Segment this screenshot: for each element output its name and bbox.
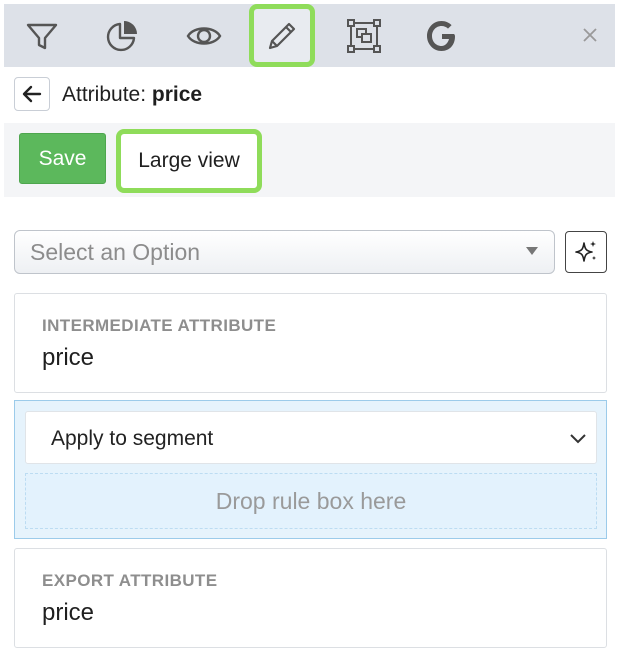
sparkle-icon [575,241,596,262]
intermediate-attribute-label: INTERMEDIATE ATTRIBUTE [42,316,277,335]
object-group-tab[interactable] [334,4,394,67]
google-tab[interactable] [412,4,472,67]
option-select-placeholder: Select an Option [30,239,201,265]
option-select[interactable]: Select an Option [14,230,555,274]
attribute-name: price [151,83,203,106]
segment-rule-box: Apply to segment Drop rule box here [14,400,607,539]
title-prefix: Attribute: [62,83,147,106]
pie-chart-tab[interactable] [92,4,152,67]
google-icon [427,20,455,51]
icon-toolbar [4,4,615,67]
intermediate-attribute-value: price [42,344,95,371]
action-bar: Save Large view [4,123,615,197]
pencil-icon [268,22,296,49]
export-attribute-label: EXPORT ATTRIBUTE [42,571,218,590]
export-attribute-card: EXPORT ATTRIBUTE price [14,548,607,648]
segment-dropdown[interactable]: Apply to segment [25,411,597,464]
object-group-icon [347,18,381,53]
arrow-left-icon [22,85,42,103]
filter-tab[interactable] [12,4,72,67]
rule-drop-zone[interactable]: Drop rule box here [25,473,597,529]
large-view-button[interactable]: Large view [116,129,262,193]
caret-down-icon [526,247,538,255]
intermediate-attribute-card: INTERMEDIATE ATTRIBUTE price [14,293,607,393]
preview-tab[interactable] [174,4,234,67]
close-button[interactable] [579,24,601,46]
segment-dropdown-value: Apply to segment [51,427,214,450]
chevron-down-icon [570,434,586,444]
pie-chart-icon [106,20,137,51]
back-button[interactable] [14,77,50,111]
filter-icon [26,23,58,49]
save-button[interactable]: Save [19,133,106,184]
page-title: Attribute: price [62,83,202,107]
panel-header: Attribute: price [4,67,615,124]
edit-tab[interactable] [249,4,315,67]
eye-icon [186,26,222,45]
ai-suggest-button[interactable] [565,231,607,273]
export-attribute-value: price [42,599,95,626]
close-icon [583,28,597,42]
